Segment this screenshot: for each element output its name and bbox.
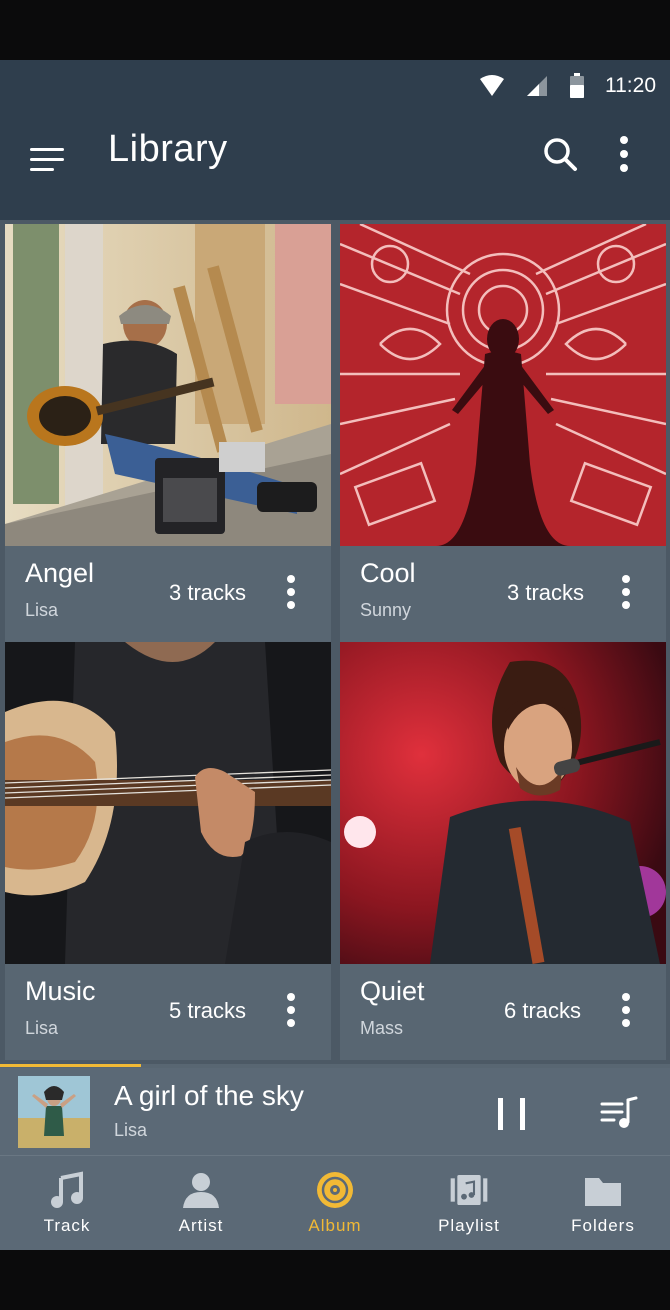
folder-icon xyxy=(585,1178,621,1206)
track-count: 5 tracks xyxy=(169,998,247,1023)
menu-button[interactable] xyxy=(30,138,72,180)
album-info: Quiet Mass 6 tracks xyxy=(340,964,666,1060)
album-more-button[interactable] xyxy=(616,990,636,1030)
album-card[interactable]: Cool Sunny 3 tracks xyxy=(340,224,666,642)
disc-icon xyxy=(317,1172,353,1208)
nav-label: Artist xyxy=(178,1216,224,1235)
bottom-bezel xyxy=(0,1250,670,1310)
more-vert-icon xyxy=(622,575,630,583)
menu-icon xyxy=(30,147,64,151)
wifi-icon xyxy=(480,75,504,96)
playback-progress-fill xyxy=(0,1064,141,1067)
now-playing-artist: Lisa xyxy=(114,1120,148,1140)
album-name: Quiet xyxy=(360,976,425,1006)
album-art xyxy=(5,224,331,546)
nav-label: Folders xyxy=(571,1216,635,1235)
album-card[interactable]: Music Lisa 5 tracks xyxy=(5,642,331,1060)
album-artist: Sunny xyxy=(360,600,412,620)
music-note-icon xyxy=(51,1171,83,1208)
nav-label: Track xyxy=(43,1216,91,1235)
app-bar: Library xyxy=(0,110,670,220)
status-bar: 11:20 xyxy=(0,60,670,110)
pause-button[interactable] xyxy=(494,1094,534,1134)
playlist-icon xyxy=(450,1175,488,1205)
track-count: 3 tracks xyxy=(507,580,585,605)
album-more-button[interactable] xyxy=(616,572,636,612)
nav-folders[interactable]: Folders xyxy=(536,1156,670,1250)
queue-icon[interactable] xyxy=(598,1094,640,1134)
album-card[interactable]: Angel Lisa 3 tracks xyxy=(5,224,331,642)
album-grid: Angel Lisa 3 tracks Cool Sunny 3 tracks … xyxy=(0,220,670,1067)
clock: 11:20 xyxy=(605,74,656,97)
album-more-button[interactable] xyxy=(281,990,301,1030)
signal-icon xyxy=(527,76,547,96)
album-name: Music xyxy=(25,976,96,1006)
album-artist: Lisa xyxy=(25,1018,59,1038)
top-bezel xyxy=(0,0,670,60)
album-info: Angel Lisa 3 tracks xyxy=(5,546,331,642)
page-title: Library xyxy=(108,128,228,170)
album-card[interactable]: Quiet Mass 6 tracks xyxy=(340,642,666,1060)
more-options-button[interactable] xyxy=(610,132,638,176)
mini-player[interactable]: A girl of the sky Lisa xyxy=(0,1068,670,1156)
album-name: Angel xyxy=(25,558,95,588)
album-more-button[interactable] xyxy=(281,572,301,612)
more-vert-icon xyxy=(620,136,628,144)
more-vert-icon xyxy=(622,993,630,1001)
album-artist: Lisa xyxy=(25,600,59,620)
track-count: 3 tracks xyxy=(169,580,247,605)
search-icon[interactable] xyxy=(540,134,580,174)
nav-label: Album xyxy=(308,1216,362,1235)
album-art xyxy=(340,642,666,964)
now-playing-thumbnail[interactable] xyxy=(18,1076,90,1148)
person-icon xyxy=(183,1173,219,1208)
more-vert-icon xyxy=(287,993,295,1001)
nav-album[interactable]: Album xyxy=(268,1156,402,1250)
album-name: Cool xyxy=(360,558,416,588)
album-art xyxy=(340,224,666,546)
nav-artist[interactable]: Artist xyxy=(134,1156,268,1250)
bottom-navigation: Track Artist Album Playlist Folders xyxy=(0,1156,670,1250)
album-artist: Mass xyxy=(360,1018,404,1038)
nav-track[interactable]: Track xyxy=(0,1156,134,1250)
app-screen: 11:20 Library Angel Lisa 3 tracks Cool S… xyxy=(0,60,670,1250)
nav-playlist[interactable]: Playlist xyxy=(402,1156,536,1250)
album-info: Music Lisa 5 tracks xyxy=(5,964,331,1060)
album-info: Cool Sunny 3 tracks xyxy=(340,546,666,642)
battery-icon xyxy=(570,73,584,98)
nav-label: Playlist xyxy=(438,1216,500,1235)
track-count: 6 tracks xyxy=(504,998,582,1023)
album-art xyxy=(5,642,331,964)
more-vert-icon xyxy=(287,575,295,583)
now-playing-title: A girl of the sky xyxy=(114,1080,304,1111)
